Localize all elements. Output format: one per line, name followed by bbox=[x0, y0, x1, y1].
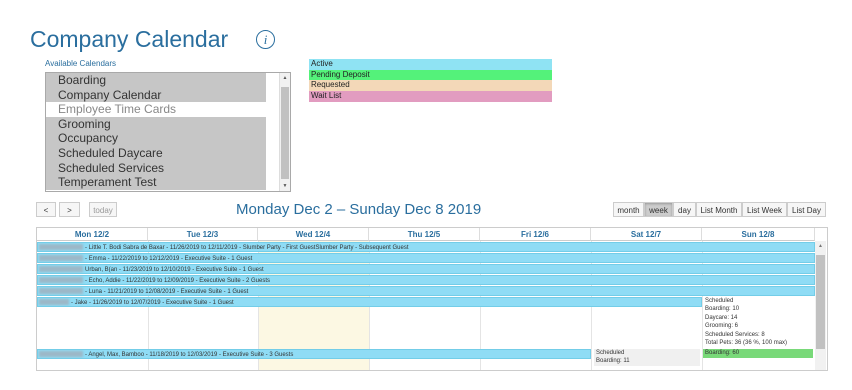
calendar-event[interactable]: - Luna - 11/21/2019 to 12/08/2019 - Exec… bbox=[37, 286, 815, 296]
calendar-option-grooming[interactable]: Grooming bbox=[46, 116, 266, 132]
summary-line: Scheduled bbox=[705, 298, 734, 304]
calendar-option-employee-time-cards[interactable]: Employee Time Cards bbox=[46, 102, 266, 117]
legend-pending-deposit: Pending Deposit bbox=[309, 69, 552, 81]
event-text: - Emma - 11/22/2019 to 12/12/2019 - Exec… bbox=[85, 256, 253, 262]
scroll-up-icon[interactable]: ▲ bbox=[816, 243, 825, 249]
view-list-day-button[interactable]: List Day bbox=[787, 202, 826, 217]
summary-line: Daycare: 14 bbox=[705, 314, 738, 321]
saturday-summary: Scheduled Boarding: 11 bbox=[594, 349, 700, 366]
next-week-button[interactable]: > bbox=[59, 202, 80, 217]
day-header-fri: Fri 12/6 bbox=[480, 228, 591, 241]
scrollbar-thumb[interactable] bbox=[816, 255, 825, 349]
today-button[interactable]: today bbox=[89, 202, 117, 217]
week-calendar-grid: Mon 12/2 Tue 12/3 Wed 12/4 Thu 12/5 Fri … bbox=[36, 227, 828, 371]
calendar-event[interactable]: - Echo, Addie - 11/22/2019 to 12/09/2019… bbox=[37, 275, 815, 285]
redacted-name bbox=[39, 351, 83, 358]
scroll-up-icon[interactable]: ▲ bbox=[280, 75, 290, 81]
listbox-scrollbar[interactable]: ▲ ▼ bbox=[279, 73, 290, 191]
redacted-name bbox=[39, 244, 83, 251]
grid-scrollbar[interactable]: ▲ bbox=[815, 241, 826, 370]
day-header-thu: Thu 12/5 bbox=[369, 228, 480, 241]
day-header-tue: Tue 12/3 bbox=[148, 228, 258, 241]
summary-line: Total Pets: 36 (36 %, 100 max) bbox=[705, 340, 788, 347]
redacted-name bbox=[39, 266, 83, 273]
calendar-event[interactable]: - Angel, Max, Bamboo - 11/18/2019 to 12/… bbox=[37, 349, 591, 359]
legend-requested: Requested bbox=[309, 80, 552, 92]
event-text: - Echo, Addie - 11/22/2019 to 12/09/2019… bbox=[85, 278, 271, 284]
redacted-name bbox=[39, 299, 69, 306]
calendar-option-boarding[interactable]: Boarding bbox=[46, 73, 266, 88]
info-icon[interactable]: i bbox=[256, 30, 275, 49]
summary-line: Scheduled Services: 8 bbox=[705, 331, 765, 338]
calendar-event[interactable]: - Emma - 11/22/2019 to 12/12/2019 - Exec… bbox=[37, 253, 815, 263]
event-text: - Jake - 11/26/2019 to 12/07/2019 - Exec… bbox=[71, 300, 234, 306]
page-title: Company Calendar bbox=[30, 26, 229, 52]
summary-line: Boarding: 10 bbox=[705, 306, 740, 313]
day-header-sat: Sat 12/7 bbox=[591, 228, 702, 241]
view-list-month-button[interactable]: List Month bbox=[696, 202, 742, 217]
redacted-name bbox=[39, 255, 83, 262]
calendar-event[interactable]: Urban, B(an - 11/23/2019 to 12/10/2019 -… bbox=[37, 264, 815, 274]
view-day-button[interactable]: day bbox=[673, 202, 696, 217]
view-list-week-button[interactable]: List Week bbox=[742, 202, 787, 217]
event-text: Urban, B(an - 11/23/2019 to 12/10/2019 -… bbox=[85, 267, 264, 273]
status-legend: Active Pending Deposit Requested Wait Li… bbox=[309, 59, 552, 102]
event-text: - Luna - 11/21/2019 to 12/08/2019 - Exec… bbox=[85, 289, 249, 295]
calendar-option-scheduled-daycare[interactable]: Scheduled Daycare bbox=[46, 145, 266, 161]
available-calendars-label: Available Calendars bbox=[45, 59, 117, 68]
scroll-down-icon[interactable]: ▼ bbox=[280, 183, 290, 189]
legend-wait-list: Wait List bbox=[309, 91, 552, 102]
summary-line: Scheduled bbox=[596, 350, 625, 356]
day-header-mon: Mon 12/2 bbox=[37, 228, 148, 241]
view-week-button[interactable]: week bbox=[644, 202, 673, 217]
day-header-sun: Sun 12/8 bbox=[702, 228, 815, 241]
summary-boarding-badge[interactable]: Boarding: 60 bbox=[703, 349, 813, 358]
calendar-option-occupancy[interactable]: Occupancy bbox=[46, 131, 266, 146]
calendar-option-scheduled-services[interactable]: Scheduled Services bbox=[46, 160, 266, 176]
scrollbar-thumb[interactable] bbox=[281, 87, 289, 179]
date-range-title: Monday Dec 2 – Sunday Dec 8 2019 bbox=[236, 201, 482, 218]
view-month-button[interactable]: month bbox=[613, 202, 644, 217]
redacted-name bbox=[39, 288, 83, 295]
day-header-wed: Wed 12/4 bbox=[258, 228, 369, 241]
legend-active: Active bbox=[309, 59, 552, 70]
sunday-summary: Scheduled Boarding: 10 Daycare: 14 Groom… bbox=[705, 297, 813, 347]
calendar-listbox[interactable]: Boarding Company Calendar Employee Time … bbox=[45, 72, 291, 192]
redacted-name bbox=[39, 277, 83, 284]
event-text: - Angel, Max, Bamboo - 11/18/2019 to 12/… bbox=[85, 352, 294, 358]
calendar-event[interactable]: - Little T. Bodi Sabra de Baxar - 11/26/… bbox=[37, 242, 815, 252]
summary-line: Grooming: 6 bbox=[705, 323, 739, 330]
calendar-option-temperament-test[interactable]: Temperament Test bbox=[46, 175, 266, 190]
calendar-event[interactable]: - Jake - 11/26/2019 to 12/07/2019 - Exec… bbox=[37, 297, 702, 307]
prev-week-button[interactable]: < bbox=[36, 202, 56, 217]
summary-line: Boarding: 11 bbox=[596, 358, 630, 365]
event-text: - Little T. Bodi Sabra de Baxar - 11/26/… bbox=[85, 245, 409, 251]
calendar-option-company[interactable]: Company Calendar bbox=[46, 87, 266, 103]
